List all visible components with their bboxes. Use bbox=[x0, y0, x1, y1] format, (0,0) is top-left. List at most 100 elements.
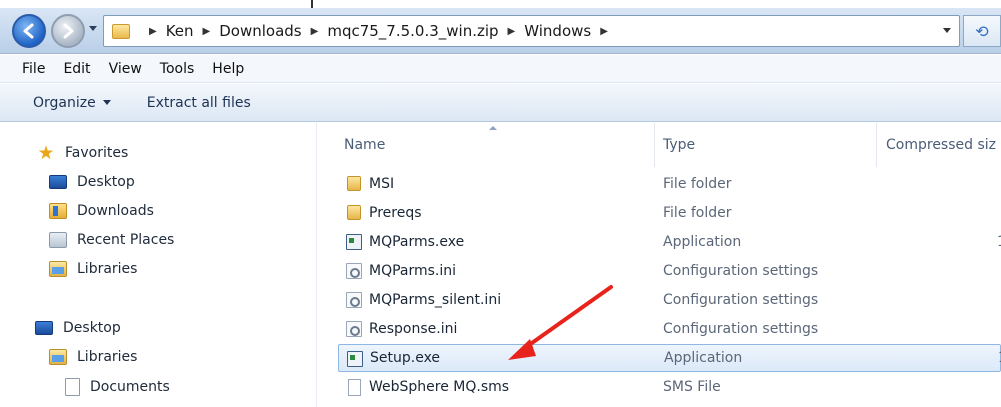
command-bar: Organize Extract all files bbox=[0, 84, 1001, 122]
file-type: Application bbox=[663, 234, 742, 250]
nav-item-downloads[interactable]: Downloads bbox=[49, 203, 154, 219]
folder-icon bbox=[347, 176, 361, 191]
file-type: Configuration settings bbox=[663, 321, 819, 337]
application-icon bbox=[347, 351, 363, 367]
nav-favorites-label: Favorites bbox=[65, 145, 129, 161]
column-header-type[interactable]: Type bbox=[655, 123, 877, 167]
star-icon: ★ bbox=[37, 142, 55, 164]
nav-item-label: Libraries bbox=[77, 261, 138, 277]
nav-desktop-label: Desktop bbox=[63, 320, 121, 336]
breadcrumb-zip[interactable]: mqc75_7.5.0.3_win.zip bbox=[327, 22, 498, 40]
folder-icon bbox=[347, 205, 361, 220]
list-item[interactable]: Response.ini Configuration settings bbox=[338, 315, 1001, 343]
folder-icon bbox=[112, 23, 130, 39]
address-history-dropdown[interactable] bbox=[943, 28, 951, 33]
config-file-icon bbox=[346, 321, 362, 337]
chevron-right-icon[interactable]: ▶ bbox=[311, 26, 319, 37]
forward-button[interactable] bbox=[51, 14, 85, 48]
recent-places-icon bbox=[49, 232, 67, 248]
refresh-button[interactable]: ⟲ bbox=[963, 15, 1001, 47]
file-name: MQParms_silent.ini bbox=[369, 292, 502, 308]
breadcrumb-downloads[interactable]: Downloads bbox=[219, 22, 301, 40]
nav-item-label: Documents bbox=[90, 379, 170, 395]
back-arrow-icon bbox=[23, 23, 34, 39]
column-header-name[interactable]: Name bbox=[317, 123, 655, 167]
libraries-icon bbox=[49, 349, 67, 365]
list-item[interactable]: Prereqs File folder bbox=[338, 199, 1001, 227]
desktop-icon bbox=[35, 321, 53, 335]
chevron-right-icon[interactable]: ▶ bbox=[508, 26, 516, 37]
downloads-icon bbox=[49, 203, 67, 219]
file-size: 1 bbox=[997, 234, 1001, 250]
file-type: Configuration settings bbox=[663, 263, 819, 279]
file-type: File folder bbox=[663, 205, 732, 221]
nav-favorites[interactable]: ★ Favorites bbox=[37, 142, 129, 164]
file-name: Setup.exe bbox=[370, 350, 441, 366]
nav-item-desktop[interactable]: Desktop bbox=[49, 174, 135, 190]
file-name: WebSphere MQ.sms bbox=[369, 379, 510, 395]
file-name: Prereqs bbox=[369, 205, 422, 221]
menu-tools[interactable]: Tools bbox=[160, 61, 195, 77]
title-strip bbox=[0, 0, 1001, 8]
refresh-icon: ⟲ bbox=[975, 21, 989, 41]
sort-ascending-icon bbox=[489, 126, 497, 130]
navigation-pane: ★ Favorites Desktop Downloads Recent Pla… bbox=[0, 123, 316, 407]
list-item[interactable]: WebSphere MQ.sms SMS File bbox=[338, 373, 1001, 401]
file-icon bbox=[348, 379, 361, 396]
libraries-icon bbox=[49, 261, 67, 277]
column-header-compressed-size[interactable]: Compressed siz bbox=[877, 123, 1001, 167]
menu-help[interactable]: Help bbox=[212, 61, 244, 77]
document-icon bbox=[65, 378, 80, 396]
nav-desktop[interactable]: Desktop bbox=[35, 320, 121, 336]
menu-bar: File Edit View Tools Help bbox=[0, 55, 1001, 83]
chevron-right-icon[interactable]: ▶ bbox=[149, 26, 157, 37]
nav-item-label: Desktop bbox=[77, 174, 135, 190]
nav-item-libraries-tree[interactable]: Libraries bbox=[49, 349, 137, 365]
chevron-right-icon[interactable]: ▶ bbox=[203, 26, 211, 37]
organize-label: Organize bbox=[33, 94, 96, 111]
chevron-down-icon bbox=[102, 100, 111, 105]
list-item-selected[interactable]: Setup.exe Application 1 bbox=[338, 344, 1001, 372]
config-file-icon bbox=[346, 263, 362, 279]
menu-edit[interactable]: Edit bbox=[63, 61, 90, 77]
menu-view[interactable]: View bbox=[109, 61, 142, 77]
nav-item-recent-places[interactable]: Recent Places bbox=[49, 232, 174, 248]
breadcrumb-ken[interactable]: Ken bbox=[166, 22, 194, 40]
nav-item-libraries[interactable]: Libraries bbox=[49, 261, 137, 277]
file-name: MQParms.exe bbox=[369, 234, 465, 250]
nav-item-label: Recent Places bbox=[77, 232, 175, 248]
recent-pages-dropdown[interactable] bbox=[89, 26, 97, 31]
extract-label: Extract all files bbox=[146, 94, 251, 111]
nav-item-documents[interactable]: Documents bbox=[65, 378, 170, 396]
column-header-label: Compressed siz bbox=[886, 137, 996, 153]
config-file-icon bbox=[346, 292, 362, 308]
back-button[interactable] bbox=[12, 14, 46, 48]
file-name: MQParms.ini bbox=[369, 263, 457, 279]
file-type: SMS File bbox=[663, 379, 721, 395]
file-list: Name Type Compressed siz MSI File folder… bbox=[317, 123, 1001, 407]
list-item[interactable]: MQParms_silent.ini Configuration setting… bbox=[338, 286, 1001, 314]
file-name: MSI bbox=[369, 176, 395, 192]
desktop-icon bbox=[49, 175, 67, 189]
address-bar[interactable]: ▶ Ken ▶ Downloads ▶ mqc75_7.5.0.3_win.zi… bbox=[103, 15, 960, 47]
list-item[interactable]: MSI File folder bbox=[338, 170, 1001, 198]
file-type: Application bbox=[664, 350, 743, 366]
extract-all-button[interactable]: Extract all files bbox=[147, 95, 251, 111]
list-item[interactable]: MQParms.exe Application 1 bbox=[338, 228, 1001, 256]
organize-button[interactable]: Organize bbox=[33, 95, 111, 111]
file-type: File folder bbox=[663, 176, 732, 192]
list-item[interactable]: MQParms.ini Configuration settings bbox=[338, 257, 1001, 285]
column-header-label: Type bbox=[663, 137, 696, 153]
breadcrumb-windows[interactable]: Windows bbox=[524, 22, 591, 40]
window-edge bbox=[311, 0, 313, 8]
address-row: ▶ Ken ▶ Downloads ▶ mqc75_7.5.0.3_win.zi… bbox=[0, 8, 1001, 54]
column-header-label: Name bbox=[344, 137, 386, 153]
forward-arrow-icon bbox=[63, 23, 74, 39]
application-icon bbox=[346, 234, 362, 250]
file-type: Configuration settings bbox=[663, 292, 819, 308]
menu-file[interactable]: File bbox=[22, 61, 45, 77]
nav-item-label: Downloads bbox=[77, 203, 154, 219]
file-name: Response.ini bbox=[369, 321, 458, 337]
nav-item-label: Libraries bbox=[77, 349, 138, 365]
chevron-right-icon[interactable]: ▶ bbox=[600, 26, 608, 37]
